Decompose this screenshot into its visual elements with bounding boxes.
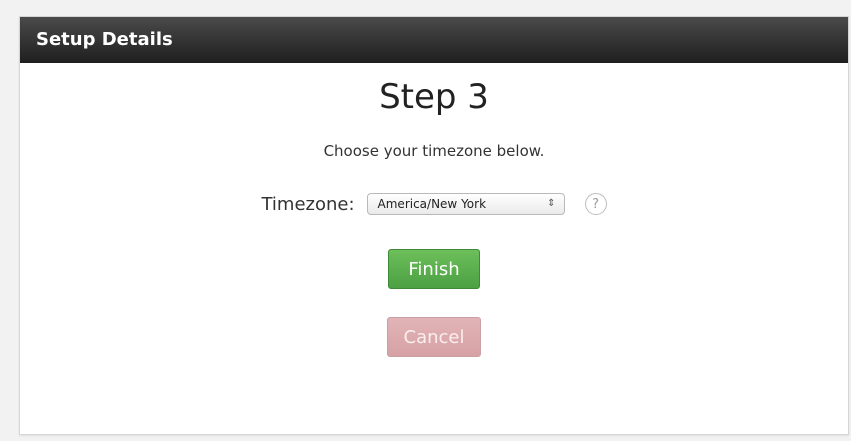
timezone-row: Timezone: America/New York ⇕ ? — [20, 189, 848, 219]
timezone-select[interactable]: America/New York ⇕ — [366, 193, 565, 215]
cancel-button[interactable]: Cancel — [387, 317, 481, 357]
finish-button[interactable]: Finish — [388, 249, 480, 289]
select-arrows-icon: ⇕ — [547, 198, 556, 209]
setup-details-panel: Setup Details Step 3 Choose your timezon… — [19, 16, 849, 435]
instruction-text: Choose your timezone below. — [323, 142, 545, 160]
panel-header: Setup Details — [20, 17, 848, 63]
timezone-selected-value: America/New York — [377, 197, 487, 211]
timezone-label: Timezone: — [261, 193, 355, 215]
step-title: Step 3 — [379, 77, 489, 117]
help-icon[interactable]: ? — [584, 193, 607, 215]
